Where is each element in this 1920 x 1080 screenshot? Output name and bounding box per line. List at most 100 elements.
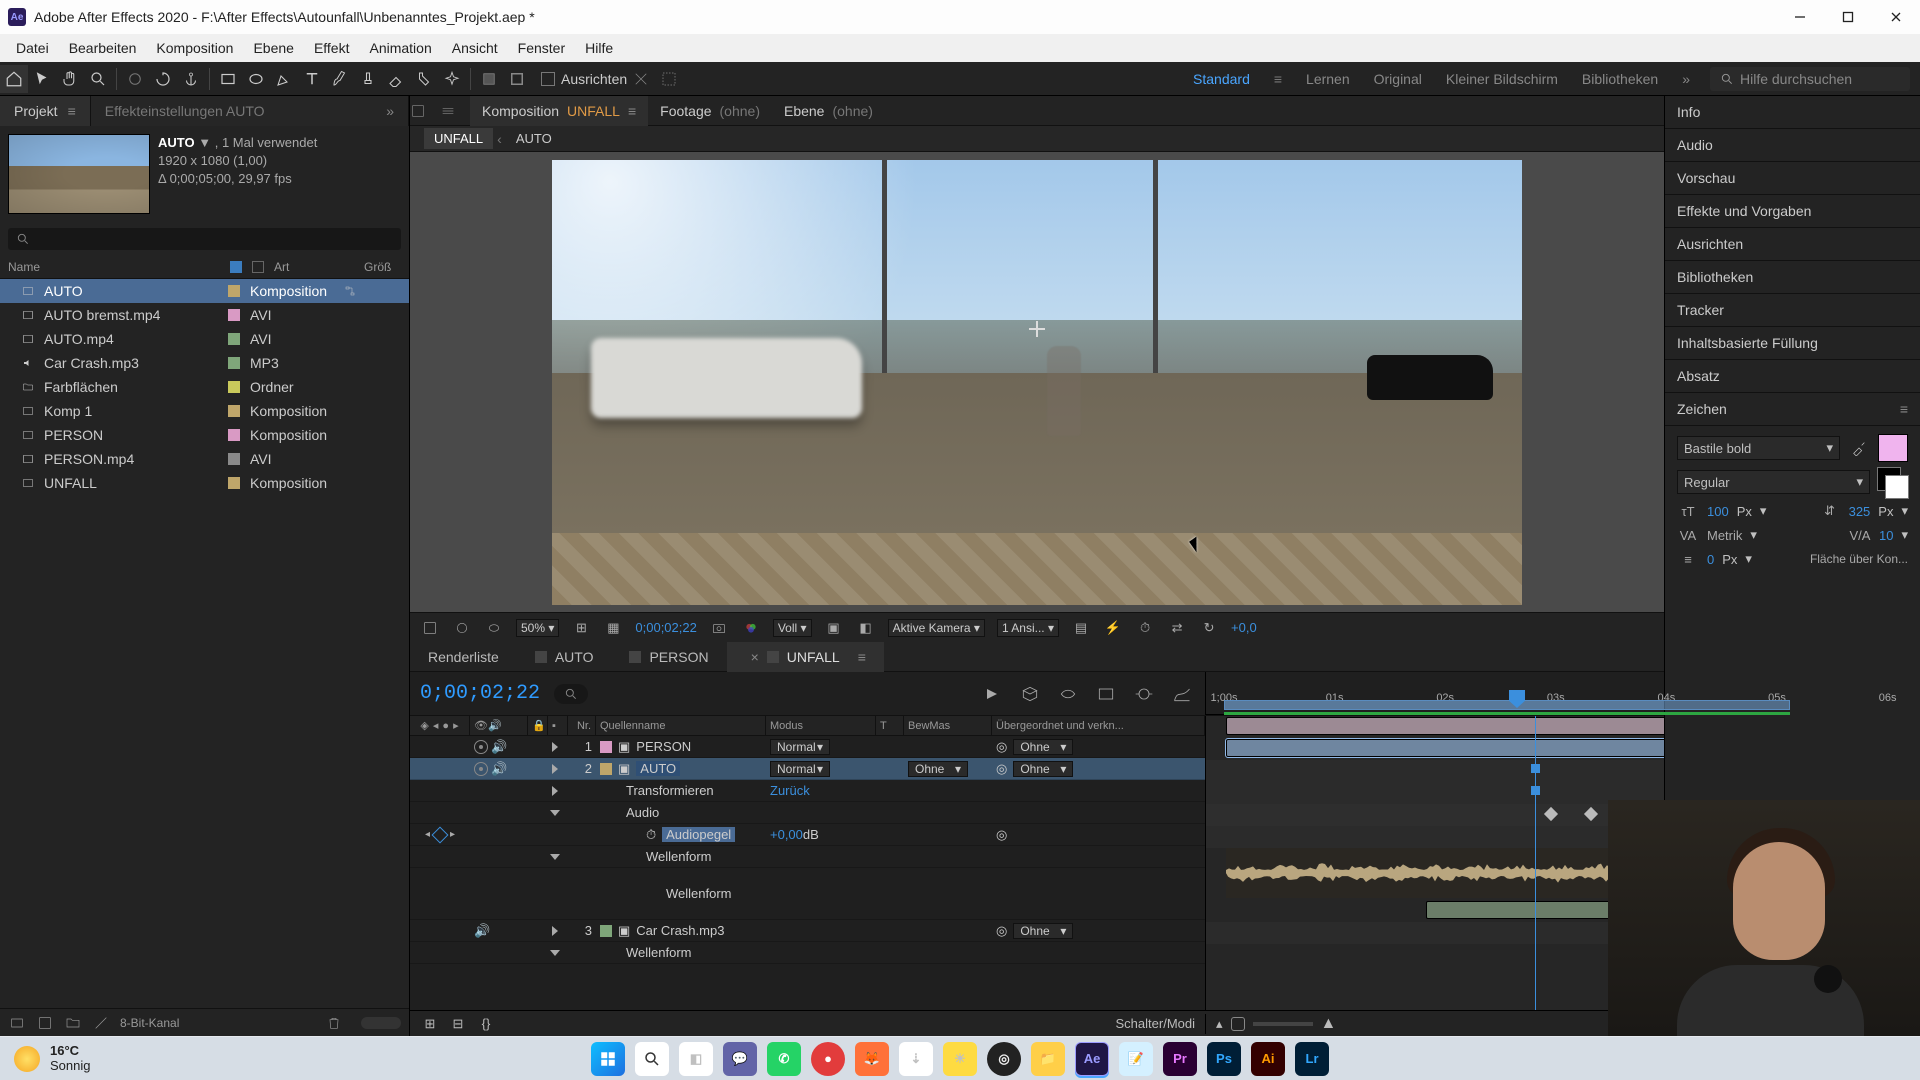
tracking-input[interactable]: 10 [1879,528,1893,543]
twirl-icon[interactable] [552,926,558,936]
timeline-search-input[interactable] [554,684,588,704]
new-comp-icon[interactable] [36,1014,54,1032]
kerning-select[interactable]: Metrik [1707,528,1742,543]
mask-mode-icon[interactable] [655,65,683,93]
puppet-tool[interactable] [438,65,466,93]
anchor-tool[interactable] [177,65,205,93]
shy-toggle-icon[interactable] [1055,681,1081,707]
safe-zones-icon[interactable]: ⊞ [571,618,591,638]
taskbar-photoshop[interactable]: Ps [1207,1042,1241,1076]
exposure-value[interactable]: +0,0 [1231,620,1257,635]
taskbar-explorer[interactable]: 📁 [1031,1042,1065,1076]
eye-icon[interactable] [474,762,488,776]
twirl-icon[interactable] [552,786,558,796]
stopwatch-icon[interactable]: ⏱ [646,827,656,843]
project-row[interactable]: AUTO bremst.mp4 AVI [0,303,409,327]
window-minimize-button[interactable] [1776,0,1824,34]
graph-editor-icon[interactable] [1169,681,1195,707]
eyedropper-icon[interactable] [1848,439,1870,457]
project-row[interactable]: AUTO.mp4 AVI [0,327,409,351]
footage-viewer-tab[interactable]: Footage (ohne) [648,96,772,126]
timeline-layer-row[interactable]: 🔊 3 ▣Car Crash.mp3 ◎Ohne ▾ [410,920,1205,942]
twirl-icon[interactable] [550,810,560,816]
hand-tool[interactable] [56,65,84,93]
keyframe-icon[interactable] [1584,807,1598,821]
pixel-aspect-icon[interactable]: ▤ [1071,618,1091,638]
selection-tool[interactable] [28,65,56,93]
menu-effect[interactable]: Effekt [304,36,360,60]
panel-paragraph[interactable]: Absatz [1665,360,1920,393]
prop-waveform[interactable]: Wellenform [410,942,1205,964]
prop-waveform[interactable]: Wellenform [410,846,1205,868]
track-bar[interactable] [1226,739,1664,757]
stroke-swatch[interactable] [503,65,531,93]
project-item-list[interactable]: AUTO Komposition AUTO bremst.mp4 AVI AUT… [0,279,409,1008]
fast-preview-icon[interactable]: ⚡ [1103,618,1123,638]
alpha-toggle-icon[interactable] [420,618,440,638]
pen-tool[interactable] [270,65,298,93]
views-select[interactable]: 1 Ansi... ▾ [997,619,1059,637]
switch-mode-label[interactable]: Schalter/Modi [1116,1016,1195,1031]
project-row[interactable]: Car Crash.mp3 MP3 [0,351,409,375]
speaker-icon[interactable]: 🔊 [474,923,490,939]
audiolevel-value[interactable]: +0,00 [770,827,803,842]
3d-view-icon[interactable]: ◧ [856,618,876,638]
blend-mode-select[interactable]: Normal ▾ [770,739,830,755]
fill-stroke-swap[interactable] [1878,468,1900,490]
prop-audio[interactable]: Audio [410,802,1205,824]
zoom-select[interactable]: 50% ▾ [516,619,559,637]
speaker-icon[interactable]: 🔊 [491,739,507,755]
zoom-out-icon[interactable]: ▴ [1216,1016,1223,1032]
parent-select[interactable]: Ohne ▾ [1013,923,1073,939]
timeline-layer-row[interactable]: 🔊 1 ▣PERSON Normal ▾ ◎Ohne ▾ [410,736,1205,758]
snap-options-icon[interactable] [627,65,655,93]
taskbar-app1[interactable]: ⇣ [899,1042,933,1076]
panel-effects[interactable]: Effekte und Vorgaben [1665,195,1920,228]
motion-blur-icon[interactable] [1131,681,1157,707]
panel-character[interactable]: Zeichen≡ [1665,393,1920,426]
toggle-switches-icon[interactable]: ⊞ [420,1014,440,1034]
timeline-layer-row[interactable]: 🔊 2 ▣AUTO Normal ▾ Ohne ▾ ◎Ohne ▾ [410,758,1205,780]
twirl-icon[interactable] [550,950,560,956]
kf-next-icon[interactable]: ▸ [450,829,455,840]
text-fill-swatch[interactable] [1878,434,1908,462]
project-row[interactable]: PERSON.mp4 AVI [0,447,409,471]
trash-icon[interactable] [325,1014,343,1032]
workspace-original[interactable]: Original [1374,71,1422,87]
track-bar[interactable] [1226,717,1664,735]
workspace-small[interactable]: Kleiner Bildschirm [1446,71,1558,87]
grid-icon[interactable]: ▦ [603,618,623,638]
taskbar-weather[interactable]: 16°C Sonnig [14,1044,90,1074]
taskbar-whatsapp[interactable]: ✆ [767,1042,801,1076]
zoom-slider-track[interactable] [1253,1022,1313,1026]
panel-align[interactable]: Ausrichten [1665,228,1920,261]
interpret-footage-icon[interactable] [8,1014,26,1032]
timeline-track-area[interactable] [1206,716,1664,1010]
rectangle-tool[interactable] [214,65,242,93]
stroke-fill-select[interactable]: Fläche über Kon... [1810,552,1908,566]
zoom-in-icon[interactable]: ▲ [1321,1015,1337,1033]
speaker-icon[interactable]: 🔊 [491,761,507,777]
window-close-button[interactable] [1872,0,1920,34]
panel-tracker[interactable]: Tracker [1665,294,1920,327]
taskbar-search[interactable] [635,1042,669,1076]
menu-edit[interactable]: Bearbeiten [59,36,147,60]
stamp-tool[interactable] [354,65,382,93]
project-row[interactable]: PERSON Komposition [0,423,409,447]
tl-tab-person[interactable]: PERSON [611,642,726,672]
panel-content-fill[interactable]: Inhaltsbasierte Füllung [1665,327,1920,360]
draft3d-icon[interactable] [1017,681,1043,707]
twirl-icon[interactable] [552,742,558,752]
zoom-slider-thumb[interactable] [1231,1017,1245,1031]
project-row[interactable]: Komp 1 Komposition [0,399,409,423]
taskbar-firefox[interactable]: 🦊 [855,1042,889,1076]
new-folder-icon[interactable] [64,1014,82,1032]
panel-libraries[interactable]: Bibliotheken [1665,261,1920,294]
taskbar-lightroom[interactable]: Lr [1295,1042,1329,1076]
layer-viewer-tab[interactable]: Ebene (ohne) [772,96,885,126]
project-row[interactable]: Farbflächen Ordner [0,375,409,399]
comp-flow-toggle[interactable] [410,103,440,119]
zoom-tool[interactable] [84,65,112,93]
panel-audio[interactable]: Audio [1665,129,1920,162]
menu-animation[interactable]: Animation [359,36,441,60]
